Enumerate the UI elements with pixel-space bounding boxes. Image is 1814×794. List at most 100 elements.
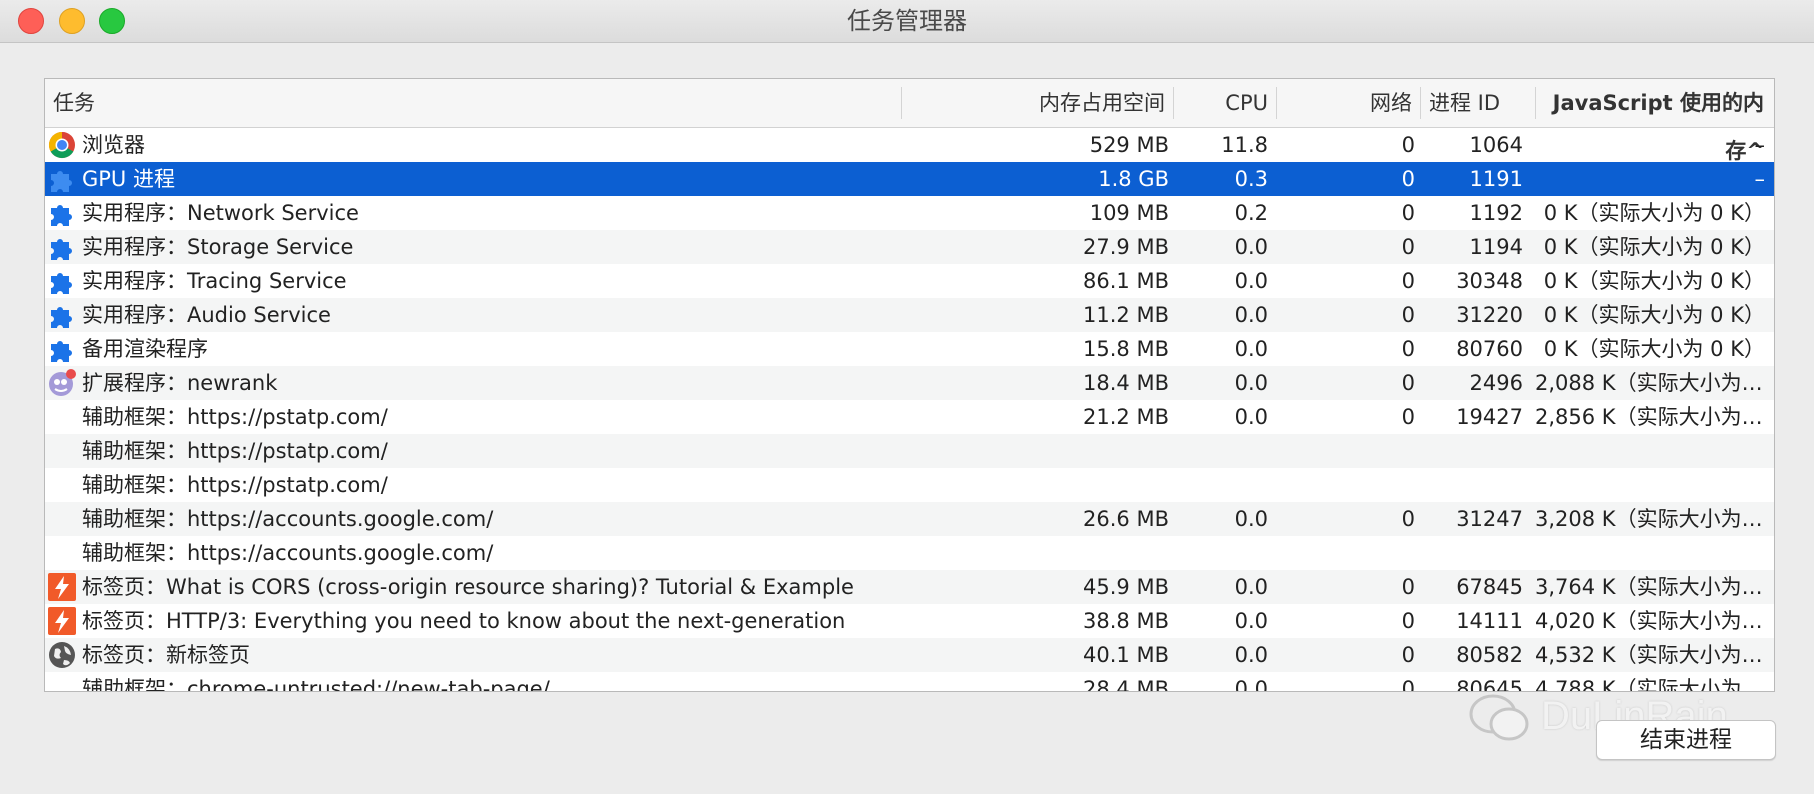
- js-memory-value: 2,088 K（实际大小为 1,...: [1535, 371, 1765, 395]
- network-value: [1273, 468, 1415, 502]
- task-name: 浏览器: [82, 133, 145, 157]
- memory-value: 18.4 MB: [1083, 371, 1169, 395]
- table-row[interactable]: 扩展程序：newrank 18.4 MB 0.0 0 2496 2,088 K（实际大小为…: [45, 366, 1774, 400]
- table-row[interactable]: 辅助框架：https://pstatp.com/: [45, 468, 1774, 502]
- network-value: 0: [1401, 133, 1415, 157]
- pid-value: [1420, 468, 1523, 502]
- memory-value: [898, 468, 1169, 502]
- close-window-button[interactable]: [18, 8, 44, 34]
- table-row[interactable]: 辅助框架：https://accounts.google.com/26.6 MB…: [45, 502, 1774, 536]
- newrank-extension-icon: [47, 368, 77, 398]
- window-titlebar: 任务管理器: [0, 0, 1814, 43]
- task-name: 辅助框架：https://accounts.google.com/: [82, 541, 494, 565]
- js-memory-value: 4,532 K（实际大小为 2,...: [1535, 643, 1765, 667]
- lightning-tab-icon: [47, 606, 77, 636]
- puzzle-icon: [47, 334, 77, 364]
- cpu-value: 0.2: [1234, 201, 1268, 225]
- js-memory-value: 0 K（实际大小为 0 K）: [1543, 235, 1765, 259]
- table-row[interactable]: 实用程序：Storage Service 27.9 MB 0.0 0 1194 0 K（实…: [45, 230, 1774, 264]
- table-body: 浏览器 529 MB 11.8 0 1064 – GPU 进程 1.8 GB 0.3 0 1191 –…: [45, 128, 1774, 692]
- cpu-value: 0.0: [1234, 235, 1268, 259]
- memory-value: 11.2 MB: [1083, 303, 1169, 327]
- chrome-icon: [47, 130, 77, 160]
- js-memory-value: –: [1754, 133, 1766, 157]
- task-name: 辅助框架：https://pstatp.com/: [82, 439, 388, 463]
- pid-value: 67845: [1456, 575, 1523, 599]
- memory-value: [898, 434, 1169, 468]
- network-value: 0: [1401, 609, 1415, 633]
- js-memory-value: 3,208 K（实际大小为 1,...: [1535, 507, 1765, 531]
- column-header-cpu[interactable]: CPU: [1174, 79, 1276, 127]
- memory-value: 38.8 MB: [1083, 609, 1169, 633]
- cpu-value: 0.0: [1234, 609, 1268, 633]
- cpu-value: 0.0: [1234, 405, 1268, 429]
- js-memory-value: 0 K（实际大小为 0 K）: [1543, 303, 1765, 327]
- puzzle-icon: [47, 198, 77, 228]
- js-memory-value: 3,764 K（实际大小为 1,...: [1535, 575, 1765, 599]
- globe-icon: [47, 640, 77, 670]
- task-name: 标签页：What is CORS (cross-origin resource …: [82, 575, 854, 599]
- network-value: 0: [1401, 303, 1415, 327]
- pid-value: 31247: [1456, 507, 1523, 531]
- zoom-window-button[interactable]: [99, 8, 125, 34]
- table-row[interactable]: 浏览器 529 MB 11.8 0 1064 –: [45, 128, 1774, 162]
- cpu-value: [1178, 468, 1268, 502]
- column-header-memory[interactable]: 内存占用空间: [902, 79, 1173, 127]
- minimize-window-button[interactable]: [59, 8, 85, 34]
- column-header-task[interactable]: 任务: [45, 79, 901, 127]
- pid-value: 1191: [1469, 167, 1523, 191]
- table-row[interactable]: 辅助框架：https://pstatp.com/: [45, 434, 1774, 468]
- cpu-value: [1178, 536, 1268, 570]
- cpu-value: 0.0: [1234, 575, 1268, 599]
- js-memory-value: [1535, 434, 1765, 468]
- network-value: 0: [1401, 337, 1415, 361]
- cpu-value: [1178, 434, 1268, 468]
- task-name: 辅助框架：https://pstatp.com/: [82, 405, 388, 429]
- table-row[interactable]: 标签页：HTTP/3: Everything you need to know …: [45, 604, 1774, 638]
- memory-value: 40.1 MB: [1083, 643, 1169, 667]
- network-value: 0: [1401, 643, 1415, 667]
- js-memory-value: 0 K（实际大小为 0 K）: [1543, 337, 1765, 361]
- table-row[interactable]: GPU 进程 1.8 GB 0.3 0 1191 –: [45, 162, 1774, 196]
- js-memory-value: 4,020 K（实际大小为 2,...: [1535, 609, 1765, 633]
- pid-value: [1420, 434, 1523, 468]
- pid-value: 31220: [1456, 303, 1523, 327]
- memory-value: 15.8 MB: [1083, 337, 1169, 361]
- lightning-tab-icon: [47, 572, 77, 602]
- network-value: 0: [1401, 677, 1415, 692]
- memory-value: 45.9 MB: [1083, 575, 1169, 599]
- network-value: 0: [1401, 371, 1415, 395]
- table-row[interactable]: 实用程序：Network Service 109 MB 0.2 0 1192 0 K（实际…: [45, 196, 1774, 230]
- task-name: 标签页：新标签页: [82, 643, 250, 667]
- pid-value: 1194: [1469, 235, 1523, 259]
- pid-value: 14111: [1456, 609, 1523, 633]
- memory-value: 21.2 MB: [1083, 405, 1169, 429]
- pid-value: 80645: [1456, 677, 1523, 692]
- pid-value: 30348: [1456, 269, 1523, 293]
- table-row[interactable]: 标签页：新标签页 40.1 MB 0.0 0 80582 4,532 K（实际大小为 2,…: [45, 638, 1774, 672]
- table-row[interactable]: 辅助框架：https://pstatp.com/21.2 MB 0.0 0 19427…: [45, 400, 1774, 434]
- table-row[interactable]: 实用程序：Tracing Service 86.1 MB 0.0 0 30348 0 K（…: [45, 264, 1774, 298]
- pid-value: 1192: [1469, 201, 1523, 225]
- table-row[interactable]: 备用渲染程序 15.8 MB 0.0 0 80760 0 K（实际大小为 0 K）: [45, 332, 1774, 366]
- puzzle-icon: [47, 164, 77, 194]
- task-name: 辅助框架：https://pstatp.com/: [82, 473, 388, 497]
- table-row[interactable]: 标签页：What is CORS (cross-origin resource …: [45, 570, 1774, 604]
- table-row[interactable]: 实用程序：Audio Service 11.2 MB 0.0 0 31220 0 K（实际…: [45, 298, 1774, 332]
- table-row[interactable]: 辅助框架：https://accounts.google.com/: [45, 536, 1774, 570]
- pid-value: 2496: [1469, 371, 1523, 395]
- memory-value: 28.4 MB: [1083, 677, 1169, 692]
- cpu-value: 0.0: [1234, 643, 1268, 667]
- table-row[interactable]: 辅助框架：chrome-untrusted://new-tab-page/28.…: [45, 672, 1774, 692]
- column-header-network[interactable]: 网络: [1277, 79, 1420, 127]
- cpu-value: 0.0: [1234, 677, 1268, 692]
- column-header-js-memory[interactable]: JavaScript 使用的内存^: [1536, 79, 1772, 163]
- task-name: 实用程序：Tracing Service: [82, 269, 347, 293]
- js-memory-value: 2,856 K（实际大小为 1,...: [1535, 405, 1765, 429]
- cpu-value: 0.0: [1234, 269, 1268, 293]
- task-name: 辅助框架：https://accounts.google.com/: [82, 507, 494, 531]
- network-value: 0: [1401, 167, 1415, 191]
- cpu-value: 0.3: [1234, 167, 1268, 191]
- end-process-button[interactable]: 结束进程: [1596, 720, 1776, 760]
- column-header-pid[interactable]: 进程 ID: [1421, 79, 1535, 127]
